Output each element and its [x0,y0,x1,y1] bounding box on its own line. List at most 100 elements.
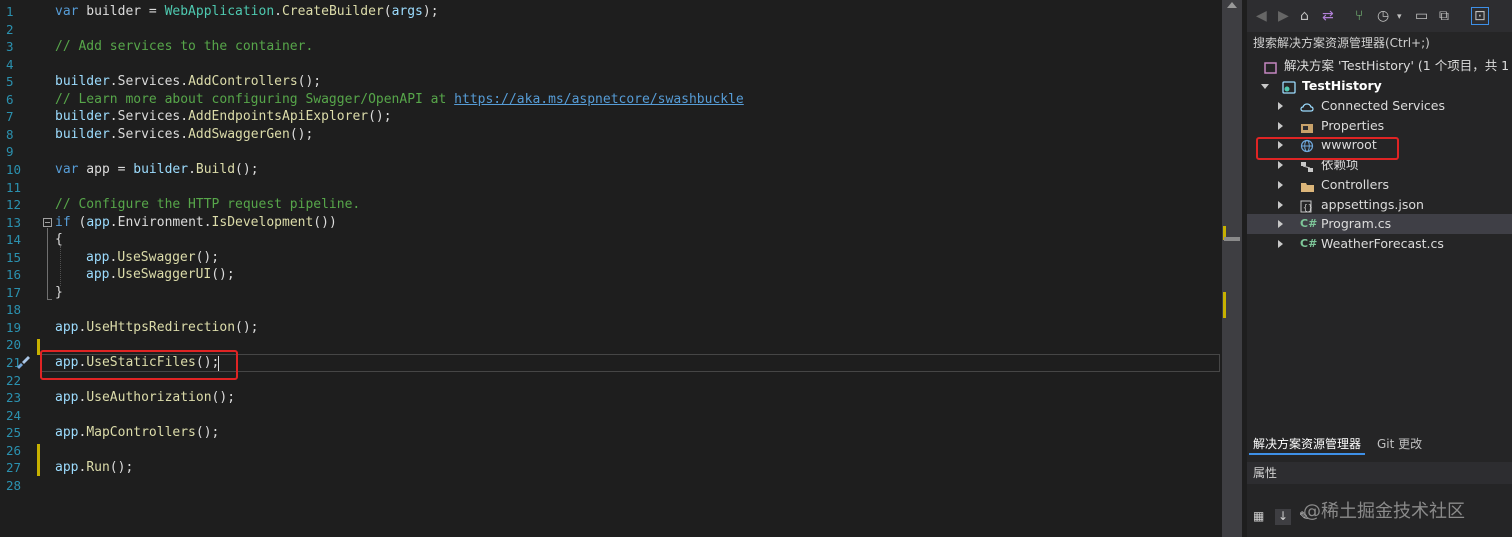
code-line-1[interactable]: var builder = WebApplication.CreateBuild… [55,3,439,21]
tree-item-label: Connected Services [1321,98,1445,113]
token: var [55,162,79,177]
code-line-3[interactable]: // Add services to the container. [55,38,313,56]
line-number: 18 [6,302,22,318]
tree-item-connected-services[interactable]: Connected Services [1247,96,1512,116]
token: app [55,390,79,405]
categorized-icon[interactable]: ▦ [1253,509,1269,525]
code-line-13[interactable]: if (app.Environment.IsDevelopment()) [55,214,337,232]
token: (); [195,425,220,440]
token: (); [211,267,235,282]
token: // Learn more about configuring Swagger/… [55,92,455,107]
token: builder = [78,4,165,19]
chevron-down-icon[interactable]: ▾ [1397,12,1402,22]
forward-icon[interactable]: ▶ [1278,8,1289,24]
search-solution-explorer[interactable]: 搜索解决方案资源管理器(Ctrl+;) [1247,34,1512,52]
token: . [188,162,196,177]
code-line-10[interactable]: var app = builder.Build(); [55,161,259,179]
json-file-icon: {} [1300,199,1313,212]
properties-icon [1300,120,1313,133]
code-line-27[interactable]: app.Run(); [55,459,133,477]
alphabetical-sort-icon[interactable]: ↓ [1275,509,1291,525]
csharp-project-icon [1282,80,1296,94]
expand-arrow-icon[interactable] [1261,84,1269,89]
code-line-7[interactable]: builder.Services.AddEndpointsApiExplorer… [55,108,392,126]
line-number: 28 [6,477,22,493]
collapse-all-icon[interactable]: ▭ [1415,8,1428,24]
scrollbar-change-mark [1223,292,1226,318]
watermark-text: @稀土掘金技术社区 [1303,501,1465,522]
tree-item-project[interactable]: TestHistory [1247,76,1512,96]
tree-item-properties[interactable]: Properties [1247,116,1512,136]
token: (); [368,109,392,124]
code-line-12[interactable]: // Configure the HTTP request pipeline. [55,196,360,214]
code-line-8[interactable]: builder.Services.AddSwaggerGen(); [55,126,313,144]
tab-git-changes[interactable]: Git 更改 [1377,433,1422,455]
token: .Services. [109,74,189,89]
token: Run [86,460,110,475]
code-line-17[interactable]: } [55,284,63,302]
code-line-25[interactable]: app.MapControllers(); [55,424,219,442]
expand-arrow-icon[interactable] [1278,180,1283,189]
show-all-files-icon[interactable]: ⧉ [1439,8,1449,24]
line-number: 19 [6,319,22,335]
token: app [55,425,79,440]
home-icon[interactable]: ⌂ [1300,8,1309,24]
token: (); [211,390,236,405]
history-icon[interactable]: ◷ [1377,8,1389,24]
tab-solution-explorer[interactable]: 解决方案资源管理器 [1249,433,1366,455]
line-number: 17 [6,284,22,300]
token: AddSwaggerGen [188,127,290,142]
expand-arrow-icon[interactable] [1278,239,1283,248]
token: if [55,215,71,230]
token: UseAuthorization [86,390,212,405]
line-number: 5 [6,74,14,90]
token: builder [55,127,110,142]
sync-with-document-icon[interactable]: ⊡ [1471,7,1489,25]
properties-panel-title: 属性 [1247,462,1512,484]
indent-guide [60,246,61,286]
switch-view-icon[interactable]: ⇄ [1322,8,1334,24]
code-line-5[interactable]: builder.Services.AddControllers(); [55,73,321,91]
code-line-23[interactable]: app.UseAuthorization(); [55,389,235,407]
code-editor[interactable]: 1 2 3 4 5 6 7 8 9 10 11 12 13 14 15 16 17 18 19 20 21 22 23 24 2… [0,0,1222,537]
collapse-region-toggle[interactable] [43,218,52,227]
tree-item-label: Program.cs [1321,216,1392,232]
code-line-15[interactable]: app.UseSwagger(); [86,249,219,267]
expand-arrow-icon[interactable] [1278,161,1283,170]
tree-item-label: Controllers [1321,176,1389,192]
code-cleanup-brush-icon[interactable] [15,355,31,373]
line-number: 8 [6,126,14,142]
tree-item-solution[interactable]: 解决方案 'TestHistory' (1 个项目，共 1 个 [1247,56,1512,76]
token: AddControllers [188,74,298,89]
tree-item-weatherforecast-cs[interactable]: C# WeatherForecast.cs [1247,234,1512,254]
expand-arrow-icon[interactable] [1278,200,1283,209]
token: CreateBuilder [281,4,384,19]
scroll-up-arrow-icon[interactable] [1227,2,1237,8]
expand-arrow-icon[interactable] [1278,220,1283,229]
editor-vertical-scrollbar[interactable] [1222,0,1242,537]
swashbuckle-link[interactable]: https://aka.ms/aspnetcore/swashbuckle [454,92,744,107]
token: app [55,460,79,475]
line-number: 11 [6,179,22,195]
tree-item-program-cs[interactable]: C# Program.cs [1247,214,1512,235]
token: Build [195,162,236,177]
line-number: 9 [6,144,14,160]
token: (); [297,74,322,89]
code-line-19[interactable]: app.UseHttpsRedirection(); [55,319,259,337]
token: ); [422,4,439,19]
token: AddEndpointsApiExplorer [188,109,369,124]
code-line-6[interactable]: // Learn more about configuring Swagger/… [55,91,744,109]
token: (); [289,127,314,142]
code-line-16[interactable]: app.UseSwaggerUI(); [86,266,235,284]
code-line-14[interactable]: { [55,231,63,249]
back-icon[interactable]: ◀ [1256,8,1267,24]
line-number: 12 [6,197,22,213]
tree-item-controllers[interactable]: Controllers [1247,175,1512,195]
token: ()) [313,215,337,230]
scrollbar-thumb[interactable] [1224,237,1240,241]
git-pending-icon[interactable]: ⑂ [1355,8,1363,24]
change-marker [37,444,40,476]
expand-arrow-icon[interactable] [1278,102,1283,110]
tree-item-appsettings-json[interactable]: {} appsettings.json [1247,195,1512,215]
expand-arrow-icon[interactable] [1278,121,1283,130]
